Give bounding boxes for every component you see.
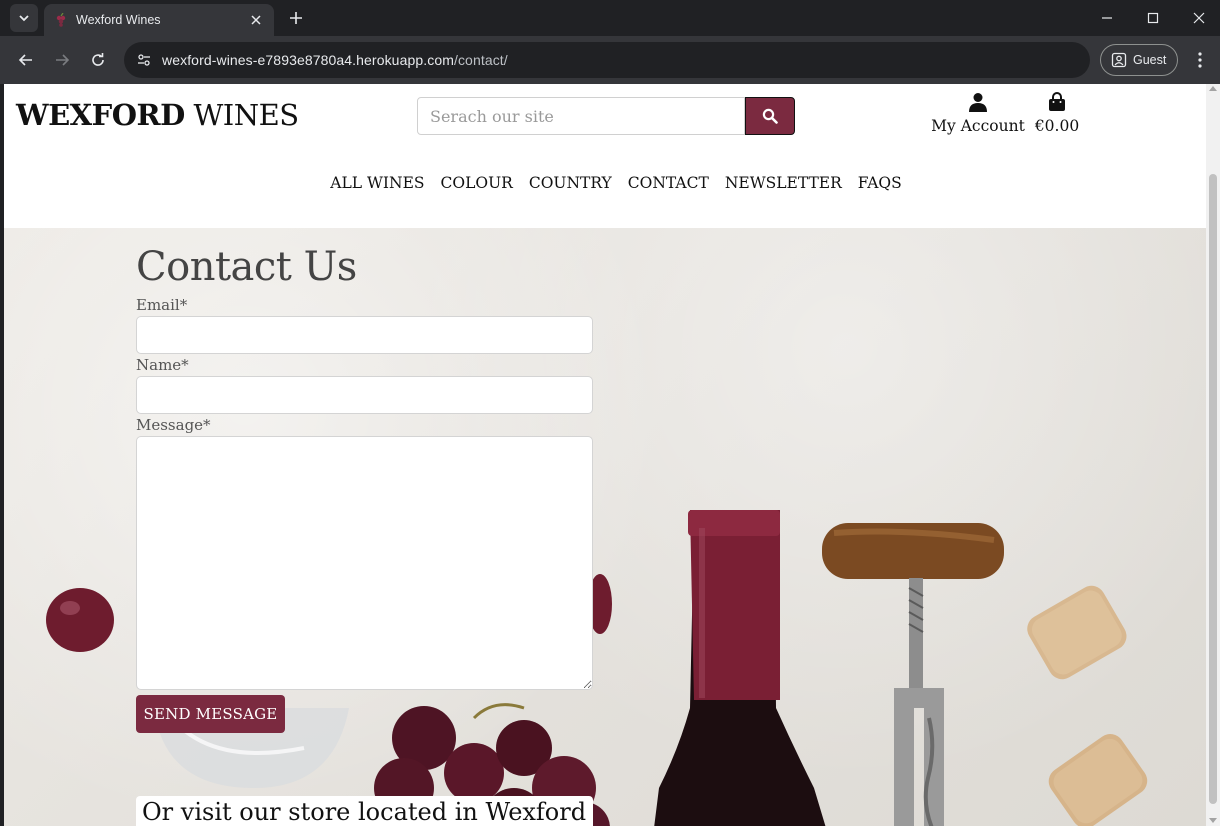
- message-label: Message*: [136, 416, 211, 434]
- store-heading: Or visit our store located in Wexford: [142, 798, 587, 826]
- search-button[interactable]: [745, 97, 795, 135]
- chevron-down-icon: [19, 15, 29, 22]
- site-logo[interactable]: WEXFORD WINES: [16, 98, 299, 132]
- page-viewport: WEXFORD WINES My Account €0.00 ALL WINES…: [4, 84, 1206, 826]
- bag-total: €0.00: [1034, 117, 1080, 135]
- nav-country[interactable]: COUNTRY: [529, 174, 612, 192]
- send-message-button[interactable]: SEND MESSAGE: [136, 695, 285, 733]
- my-account-link[interactable]: My Account: [930, 92, 1026, 135]
- browser-toolbar: wexford-wines-e7893e8780a4.herokuapp.com…: [0, 36, 1220, 84]
- page-scrollbar[interactable]: [1206, 84, 1220, 826]
- scroll-up-arrow-icon[interactable]: [1209, 86, 1217, 91]
- tab-search-button[interactable]: [10, 4, 38, 32]
- search-icon: [762, 108, 778, 124]
- email-label: Email*: [136, 296, 188, 314]
- profile-icon: [1111, 52, 1127, 68]
- site-search-form: [417, 97, 795, 135]
- browser-tab[interactable]: Wexford Wines: [44, 4, 274, 36]
- url-text: wexford-wines-e7893e8780a4.herokuapp.com…: [162, 52, 508, 68]
- site-header: WEXFORD WINES My Account €0.00 ALL WINES…: [4, 84, 1206, 228]
- message-field[interactable]: [136, 436, 593, 690]
- scroll-down-arrow-icon[interactable]: [1209, 818, 1217, 823]
- search-input[interactable]: [417, 97, 745, 135]
- main-nav: ALL WINES COLOUR COUNTRY CONTACT NEWSLET…: [4, 174, 1206, 192]
- maximize-icon: [1147, 12, 1159, 24]
- arrow-left-icon: [18, 54, 32, 66]
- contact-section: Contact Us Email* Name* Message* SEND ME…: [136, 244, 596, 733]
- minimize-icon: [1102, 17, 1112, 19]
- profile-button[interactable]: Guest: [1100, 44, 1178, 76]
- minimize-button[interactable]: [1084, 0, 1130, 36]
- nav-faqs[interactable]: FAQS: [858, 174, 902, 192]
- close-icon: [1193, 12, 1205, 24]
- new-tab-button[interactable]: [284, 6, 308, 30]
- browser-menu-button[interactable]: [1190, 48, 1210, 72]
- plus-icon: [290, 12, 302, 24]
- logo-rest: WINES: [184, 98, 299, 132]
- store-info-card: Or visit our store located in Wexford: [136, 796, 593, 826]
- grapes-favicon-icon: [56, 13, 66, 27]
- tab-title: Wexford Wines: [76, 13, 161, 27]
- nav-contact[interactable]: CONTACT: [628, 174, 709, 192]
- maximize-button[interactable]: [1130, 0, 1176, 36]
- my-account-label: My Account: [931, 117, 1025, 135]
- back-button[interactable]: [12, 46, 40, 74]
- name-label: Name*: [136, 356, 189, 374]
- logo-bold: WEXFORD: [16, 98, 185, 132]
- shopping-bag-link[interactable]: €0.00: [1032, 92, 1082, 135]
- address-bar[interactable]: wexford-wines-e7893e8780a4.herokuapp.com…: [124, 42, 1090, 78]
- email-field[interactable]: [136, 316, 593, 354]
- page-title: Contact Us: [136, 244, 357, 290]
- site-settings-icon[interactable]: [132, 48, 156, 72]
- close-window-button[interactable]: [1176, 0, 1220, 36]
- close-tab-icon[interactable]: [248, 12, 264, 28]
- arrow-right-icon: [56, 54, 70, 66]
- name-field[interactable]: [136, 376, 593, 414]
- nav-all-wines[interactable]: ALL WINES: [330, 174, 424, 192]
- url-host: wexford-wines-e7893e8780a4.herokuapp.com: [162, 52, 454, 68]
- nav-colour[interactable]: COLOUR: [441, 174, 513, 192]
- profile-label: Guest: [1133, 53, 1167, 67]
- forward-button[interactable]: [48, 46, 76, 74]
- url-path: /contact/: [453, 52, 508, 68]
- browser-tabstrip: Wexford Wines: [0, 0, 1220, 36]
- nav-newsletter[interactable]: NEWSLETTER: [725, 174, 842, 192]
- contact-form: Email* Name* Message* SEND MESSAGE: [136, 296, 596, 733]
- reload-icon: [92, 53, 104, 66]
- reload-button[interactable]: [84, 46, 112, 74]
- more-vertical-icon: [1198, 52, 1202, 68]
- shopping-bag-icon: [1049, 92, 1065, 111]
- user-icon: [969, 93, 987, 112]
- scroll-thumb[interactable]: [1209, 174, 1217, 804]
